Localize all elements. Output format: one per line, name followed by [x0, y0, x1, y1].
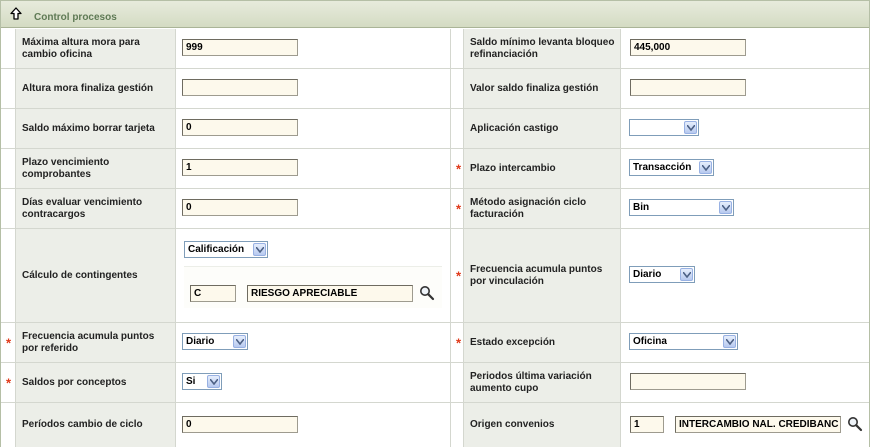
contingentes-description-input[interactable]: RIESGO APRECIABLE: [247, 285, 413, 302]
form-row: * Frecuencia acumula puntos por referido…: [1, 323, 869, 363]
form-row: * Saldos por conceptos Si Periodos últim…: [1, 363, 869, 403]
chevron-down-icon[interactable]: [723, 335, 736, 348]
chevron-down-icon[interactable]: [684, 121, 697, 134]
contingentes-code-input[interactable]: C: [190, 285, 236, 302]
field-label: Plazo vencimiento comprobantes: [22, 156, 110, 180]
periodos-cambio-ciclo-input[interactable]: 0: [182, 416, 298, 433]
chevron-down-icon[interactable]: [233, 335, 246, 348]
chevron-down-icon[interactable]: [699, 161, 712, 174]
plazo-vencimiento-input[interactable]: 1: [182, 159, 298, 176]
chevron-down-icon[interactable]: [207, 375, 220, 388]
magnifier-icon[interactable]: [847, 416, 863, 432]
field-label: Periodos última variación aumento cupo: [470, 370, 592, 394]
magnifier-icon[interactable]: [419, 285, 435, 301]
form-row: Altura mora finaliza gestión Valor saldo…: [1, 69, 869, 109]
field-label: Máxima altura mora para cambio oficina: [22, 36, 140, 60]
required-marker: *: [6, 375, 12, 390]
required-marker: *: [456, 268, 462, 283]
valor-saldo-finaliza-input[interactable]: [630, 79, 746, 96]
max-altura-mora-input[interactable]: 999: [182, 39, 298, 56]
chevron-down-icon[interactable]: [680, 268, 693, 281]
field-label: Plazo intercambio: [470, 162, 556, 174]
arrow-up-icon[interactable]: [8, 6, 24, 22]
required-marker: *: [456, 335, 462, 350]
field-label: Altura mora finaliza gestión: [22, 82, 154, 94]
altura-mora-finaliza-input[interactable]: [182, 79, 298, 96]
field-label: Días evaluar vencimiento contracargos: [22, 196, 143, 220]
field-label: Cálculo de contingentes: [22, 269, 138, 281]
field-label: Método asignación ciclo facturación: [470, 196, 587, 220]
required-marker: *: [456, 201, 462, 216]
field-label: Estado excepción: [470, 336, 556, 348]
calculo-contingentes-select[interactable]: Calificación: [184, 241, 268, 258]
metodo-asignacion-select[interactable]: Bin: [629, 199, 734, 216]
field-label: Frecuencia acumula puntos por referido: [22, 330, 155, 354]
section-header[interactable]: Control procesos: [1, 1, 869, 28]
field-label: Saldos por conceptos: [22, 376, 127, 388]
saldo-minimo-input[interactable]: 445,000: [630, 39, 746, 56]
saldos-conceptos-select[interactable]: Si: [182, 373, 222, 390]
field-label: Origen convenios: [470, 419, 555, 430]
form-row: Saldo máximo borrar tarjeta 0 Aplicación…: [1, 109, 869, 149]
field-label: Frecuencia acumula puntos por vinculació…: [470, 263, 603, 287]
periodos-ultima-variacion-input[interactable]: [630, 373, 746, 390]
field-label: Aplicación castigo: [470, 122, 559, 134]
field-label: Saldo máximo borrar tarjeta: [22, 122, 155, 134]
form-row: Períodos cambio de ciclo 0 Origen conven…: [1, 403, 869, 447]
origen-convenios-code-input[interactable]: 1: [630, 416, 664, 433]
frecuencia-referido-select[interactable]: Diario: [182, 333, 248, 350]
plazo-intercambio-select[interactable]: Transacción: [629, 159, 714, 176]
form-row: Plazo vencimiento comprobantes 1 * Plazo…: [1, 149, 869, 189]
required-marker: *: [456, 161, 462, 176]
form-row: Días evaluar vencimiento contracargos 0 …: [1, 189, 869, 229]
form-row: Cálculo de contingentes Calificación C R…: [1, 229, 869, 323]
field-label: Saldo mínimo levanta bloqueo refinanciac…: [470, 36, 615, 60]
contingentes-subpanel: C RIESGO APRECIABLE: [184, 266, 442, 308]
origen-convenios-description-input[interactable]: INTERCAMBIO NAL. CREDIBANC: [675, 416, 841, 433]
saldo-maximo-borrar-input[interactable]: 0: [182, 119, 298, 136]
required-marker: *: [6, 335, 12, 350]
section-title: Control procesos: [34, 12, 117, 23]
field-label: Valor saldo finaliza gestión: [470, 82, 599, 94]
aplicacion-castigo-select[interactable]: [629, 119, 699, 136]
chevron-down-icon[interactable]: [719, 201, 732, 214]
estado-excepcion-select[interactable]: Oficina: [629, 333, 738, 350]
chevron-down-icon[interactable]: [253, 243, 266, 256]
control-procesos-panel: Control procesos Máxima altura mora para…: [0, 0, 870, 447]
dias-evaluar-input[interactable]: 0: [182, 199, 298, 216]
form-row: Máxima altura mora para cambio oficina 9…: [1, 29, 869, 69]
field-label: Períodos cambio de ciclo: [22, 419, 143, 430]
frecuencia-vinculacion-select[interactable]: Diario: [629, 266, 695, 283]
